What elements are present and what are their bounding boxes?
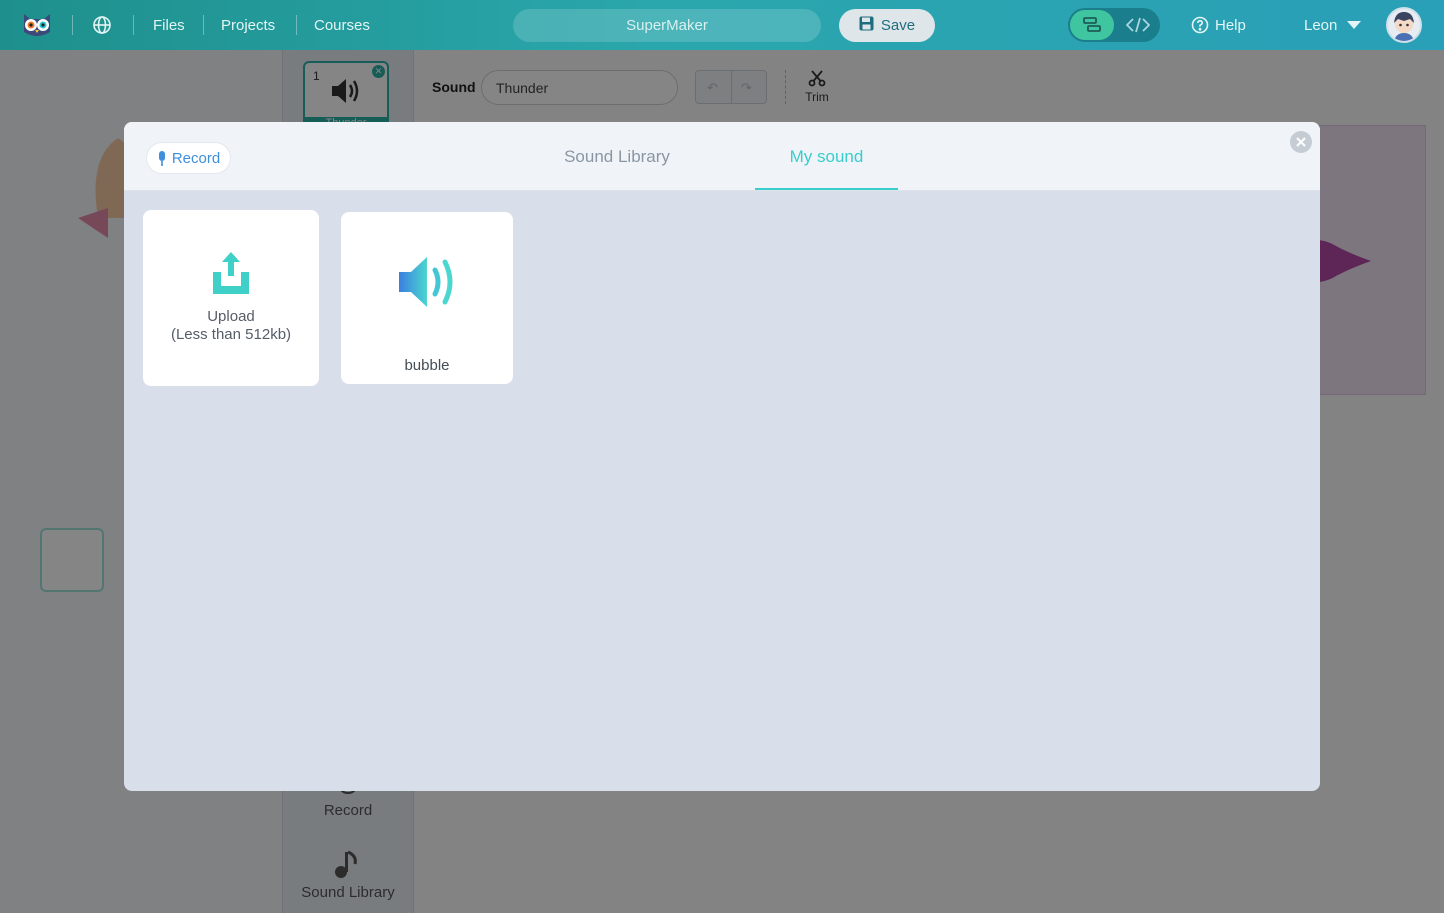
divider (203, 15, 204, 35)
modal-header: Record Sound Library My sound (124, 122, 1320, 191)
save-label: Save (880, 17, 916, 34)
sound-card[interactable]: bubble (341, 212, 513, 384)
help-icon (1191, 16, 1209, 34)
chevron-down-icon (1347, 21, 1362, 29)
record-button[interactable]: Record (146, 142, 231, 174)
help-button[interactable]: Help (1191, 0, 1246, 50)
nav-files[interactable]: Files (153, 0, 185, 50)
user-name: Leon (1304, 16, 1338, 34)
divider (296, 15, 297, 35)
sound-name: bubble (404, 357, 450, 374)
globe-icon[interactable] (92, 0, 112, 50)
upload-icon (211, 250, 251, 301)
record-label: Record (171, 149, 221, 167)
save-button[interactable]: Save (839, 9, 935, 42)
upload-sound-card[interactable]: Upload (Less than 512kb) (143, 210, 319, 386)
upload-title: Upload (207, 308, 255, 325)
save-icon (859, 16, 874, 35)
project-name-input[interactable]: SuperMaker (513, 9, 821, 42)
user-menu[interactable]: Leon (1304, 0, 1362, 50)
avatar[interactable] (1386, 7, 1422, 43)
divider (72, 15, 73, 35)
divider (133, 15, 134, 35)
nav-projects[interactable]: Projects (221, 0, 275, 50)
editor-mode-toggle[interactable] (1068, 8, 1160, 42)
speaker-icon (397, 254, 457, 315)
blocks-mode-icon[interactable] (1070, 10, 1114, 40)
tab-my-sound[interactable]: My sound (755, 122, 898, 191)
nav-courses[interactable]: Courses (314, 0, 370, 50)
help-label: Help (1215, 16, 1246, 34)
code-mode-icon[interactable] (1118, 10, 1158, 40)
active-tab-indicator (755, 188, 898, 190)
top-bar: Files Projects Courses SuperMaker Save H… (0, 0, 1444, 50)
microphone-icon (158, 150, 165, 166)
tab-sound-library[interactable]: Sound Library (544, 122, 690, 191)
upload-hint: (Less than 512kb) (170, 326, 292, 343)
close-icon[interactable] (1290, 131, 1312, 153)
owl-logo-icon[interactable] (20, 0, 54, 50)
sound-picker-modal: Record Sound Library My sound Upload (Le… (124, 122, 1320, 791)
